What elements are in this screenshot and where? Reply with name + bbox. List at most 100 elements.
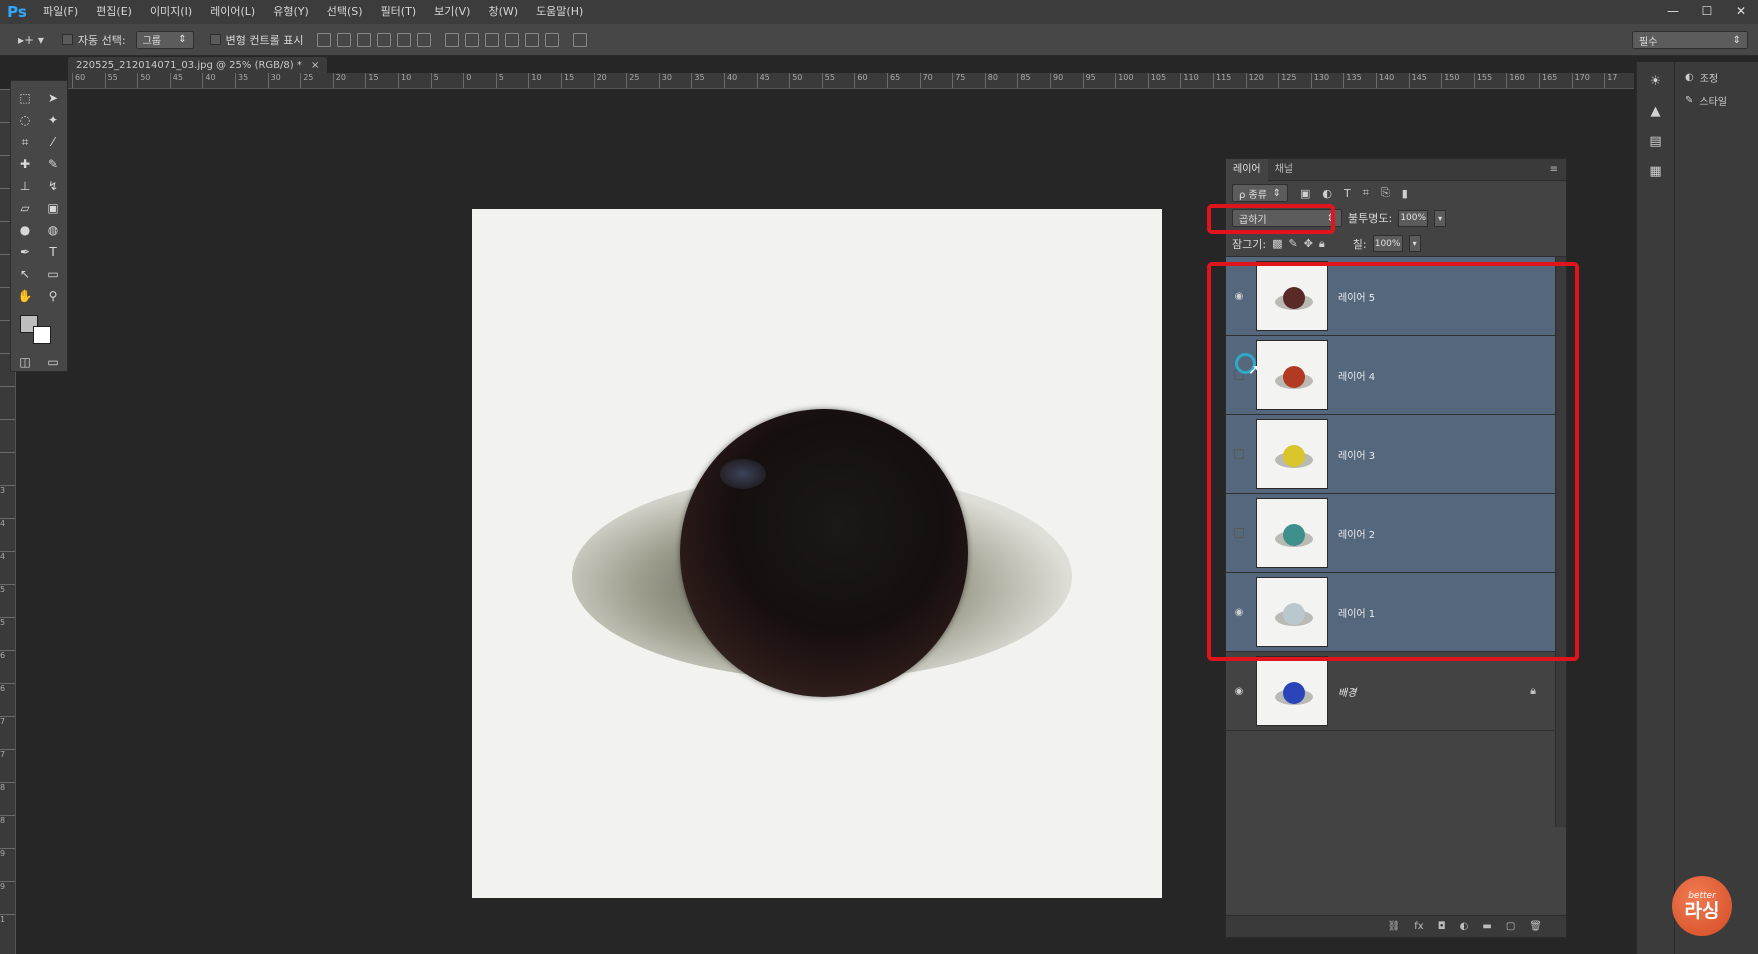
layer-filter-dropdown[interactable]: ρ 종류 ⇕ [1232, 184, 1288, 202]
menu-window[interactable]: 창(W) [479, 0, 527, 24]
zoom-tool-icon[interactable]: ⚲ [43, 287, 63, 305]
align-hcenter-icon[interactable] [397, 32, 412, 47]
tab-channels[interactable]: 채널 [1268, 159, 1300, 181]
history-brush-tool-icon[interactable]: ↯ [43, 177, 63, 195]
layer-row-background[interactable]: ◉ 배경 🔒︎ [1226, 652, 1556, 731]
hand-tool-icon[interactable]: ✋ [15, 287, 35, 305]
distribute-vcenter-icon[interactable] [465, 32, 480, 47]
document-canvas[interactable] [472, 209, 1162, 898]
marquee-tool-icon[interactable]: ⬚ [15, 89, 35, 107]
menu-edit[interactable]: 편집(E) [87, 0, 141, 24]
ruler-tick: 100 [1115, 73, 1133, 88]
distribute-top-icon[interactable] [445, 32, 460, 47]
move-tool-icon[interactable]: ➤ [43, 89, 63, 107]
lock-pixels-icon[interactable]: ✎ [1288, 237, 1297, 250]
filter-toggle-icon[interactable]: ▮ [1402, 187, 1408, 200]
panel-menu-icon[interactable]: ≡ [1550, 164, 1558, 175]
menu-layer[interactable]: 레이어(L) [201, 0, 264, 24]
maximize-button[interactable]: ☐ [1690, 0, 1724, 22]
opacity-slider-toggle[interactable]: ▾ [1434, 209, 1447, 227]
type-filter-icon[interactable]: T [1344, 187, 1351, 200]
ruler-tick: 5 [430, 73, 439, 88]
pixel-filter-icon[interactable]: ▣ [1300, 187, 1310, 200]
blur-tool-icon[interactable]: ● [15, 221, 35, 239]
menu-file[interactable]: 파일(F) [34, 0, 87, 24]
notes-icon[interactable]: ▦ [1643, 160, 1669, 182]
distribute-right-icon[interactable] [545, 32, 560, 47]
adjustments-panel-button[interactable]: ◐ 조정 [1675, 62, 1758, 85]
quick-mask-icon[interactable]: ◫ [15, 353, 35, 371]
styles-panel-button[interactable]: ✎ 스타일 [1675, 85, 1758, 108]
align-vcenter-icon[interactable] [337, 32, 352, 47]
lock-transparency-icon[interactable]: ▩ [1272, 237, 1282, 250]
distribute-hcenter-icon[interactable] [525, 32, 540, 47]
menu-image[interactable]: 이미지(I) [141, 0, 201, 24]
brightness-icon[interactable]: ☀ [1643, 70, 1669, 92]
tab-layers[interactable]: 레이어 [1226, 158, 1268, 181]
opacity-label: 불투명도: [1348, 212, 1393, 225]
eraser-tool-icon[interactable]: ▱ [15, 199, 35, 217]
adjustment-layer-icon[interactable]: ◐ [1460, 921, 1469, 932]
delete-layer-icon[interactable]: 🗑︎ [1529, 921, 1542, 932]
type-tool-icon[interactable]: T [43, 243, 63, 261]
crop-tool-icon[interactable]: ⌗ [15, 133, 35, 151]
link-layers-icon[interactable]: ⛓ [1388, 921, 1401, 932]
clone-stamp-tool-icon[interactable]: ⊥ [15, 177, 35, 195]
lock-all-icon[interactable]: 🔒︎ [1319, 237, 1325, 251]
add-mask-icon[interactable]: ◘ [1438, 921, 1446, 932]
menu-help[interactable]: 도움말(H) [527, 0, 592, 24]
lasso-tool-icon[interactable]: ◌ [15, 111, 35, 129]
ruler-tick: 50 [789, 73, 802, 88]
shape-tool-icon[interactable]: ▭ [43, 265, 63, 283]
collapsed-panel-strip: ☀ ▲ ▤ ▦ [1636, 62, 1674, 954]
smart-object-filter-icon[interactable]: ⎘ [1381, 186, 1390, 200]
ruler-tick: 9 [0, 848, 15, 878]
menu-bar: Ps 파일(F) 편집(E) 이미지(I) 레이어(L) 유형(Y) 선택(S)… [0, 0, 1758, 24]
transform-controls-checkbox[interactable] [209, 34, 221, 45]
auto-align-icon[interactable] [573, 32, 588, 47]
opacity-input[interactable]: 100% [1398, 209, 1429, 227]
path-selection-tool-icon[interactable]: ↖ [15, 265, 35, 283]
pen-tool-icon[interactable]: ✒ [15, 243, 35, 261]
eyedropper-tool-icon[interactable]: ⁄ [43, 133, 63, 151]
distribute-left-icon[interactable] [505, 32, 520, 47]
horizontal-ruler[interactable]: 60 55 50 45 40 35 30 25 20 15 10 5 0 5 10 15 20 25 30 35 40 4… [68, 73, 1634, 89]
magic-wand-tool-icon[interactable]: ✦ [43, 111, 63, 129]
menu-select[interactable]: 선택(S) [318, 0, 372, 24]
adjustment-filter-icon[interactable]: ◐ [1322, 187, 1332, 200]
menu-view[interactable]: 보기(V) [425, 0, 479, 24]
minimize-button[interactable]: — [1656, 0, 1690, 22]
brush-tool-icon[interactable]: ✎ [43, 155, 63, 173]
close-tab-icon[interactable]: × [311, 60, 319, 71]
align-right-icon[interactable] [417, 32, 432, 47]
align-top-icon[interactable] [317, 32, 332, 47]
dodge-tool-icon[interactable]: ◍ [43, 221, 63, 239]
move-tool-preset-icon[interactable]: ▸+ ▾ [18, 33, 44, 47]
workspace-dropdown[interactable]: 필수 ⇕ [1632, 31, 1748, 49]
auto-select-dropdown[interactable]: 그룹 ⇕ [135, 30, 194, 49]
lock-position-icon[interactable]: ✥ [1304, 237, 1313, 250]
new-group-icon[interactable]: ▬ [1482, 921, 1491, 932]
align-left-icon[interactable] [377, 32, 392, 47]
menu-type[interactable]: 유형(Y) [264, 0, 318, 24]
menu-filter[interactable]: 필터(T) [372, 0, 426, 24]
document-title: 220525_212014071_03.jpg @ 25% (RGB/8) * [76, 60, 302, 71]
gradient-tool-icon[interactable]: ▣ [43, 199, 63, 217]
align-bottom-icon[interactable] [357, 32, 372, 47]
screen-mode-icon[interactable]: ▭ [43, 353, 63, 371]
healing-brush-tool-icon[interactable]: ✚ [15, 155, 35, 173]
shape-filter-icon[interactable]: ⌗ [1363, 186, 1369, 200]
fill-input[interactable]: 100% [1372, 235, 1403, 252]
background-color-swatch[interactable] [33, 326, 51, 344]
layer-style-icon[interactable]: fx [1414, 921, 1423, 932]
ruler-tick: 145 [1408, 73, 1427, 88]
visibility-toggle[interactable]: ◉ [1226, 686, 1252, 697]
fill-slider-toggle[interactable]: ▾ [1408, 235, 1421, 252]
close-button[interactable]: ✕ [1724, 0, 1758, 22]
ruler-tick: 17 [1604, 73, 1617, 88]
new-layer-icon[interactable]: ▢ [1506, 921, 1515, 932]
histogram-icon[interactable]: ▲ [1643, 100, 1669, 122]
auto-select-checkbox[interactable] [61, 34, 73, 45]
properties-icon[interactable]: ▤ [1643, 130, 1669, 152]
distribute-bottom-icon[interactable] [485, 32, 500, 47]
